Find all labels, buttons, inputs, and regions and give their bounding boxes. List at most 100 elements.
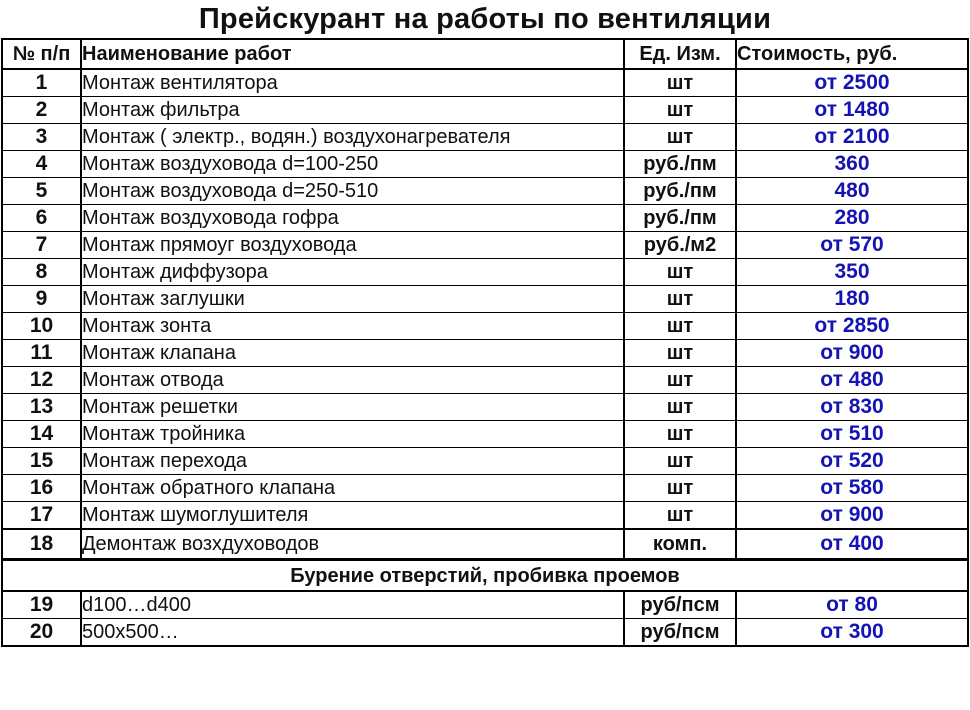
row-price: от 510 <box>735 420 969 448</box>
row-num: 13 <box>1 393 82 421</box>
row-price: от 1480 <box>735 96 969 124</box>
table-row: 8 Монтаж диффузора шт 350 <box>1 258 969 286</box>
row-price: от 80 <box>735 590 969 619</box>
row-price: 180 <box>735 285 969 313</box>
row-unit: шт <box>623 447 737 475</box>
row-name: Монтаж воздуховода d=250-510 <box>80 177 625 205</box>
row-price: 280 <box>735 204 969 232</box>
row-num: 20 <box>1 618 82 647</box>
table-row: 14 Монтаж тройника шт от 510 <box>1 420 969 448</box>
row-name: Монтаж клапана <box>80 339 625 367</box>
row-name: 500x500… <box>80 618 625 647</box>
table-row: 10 Монтаж зонта шт от 2850 <box>1 312 969 340</box>
table-row: 3 Монтаж ( электр., водян.) воздухонагре… <box>1 123 969 151</box>
row-price: от 400 <box>735 528 969 561</box>
table-row: 5 Монтаж воздуховода d=250-510 руб./пм 4… <box>1 177 969 205</box>
row-name: Монтаж ( электр., водян.) воздухонагрева… <box>80 123 625 151</box>
row-price: от 900 <box>735 339 969 367</box>
header-price: Стоимость, руб. <box>735 38 969 70</box>
table-row: 6 Монтаж воздуховода гофра руб./пм 280 <box>1 204 969 232</box>
row-unit: шт <box>623 501 737 530</box>
row-num: 8 <box>1 258 82 286</box>
row-num: 4 <box>1 150 82 178</box>
row-num: 5 <box>1 177 82 205</box>
table-row: 12 Монтаж отвода шт от 480 <box>1 366 969 394</box>
row-num: 6 <box>1 204 82 232</box>
row-unit: шт <box>623 339 737 367</box>
row-name: Монтаж вентилятора <box>80 68 625 97</box>
row-name: Монтаж воздуховода гофра <box>80 204 625 232</box>
row-price: от 2500 <box>735 68 969 97</box>
row-price: 360 <box>735 150 969 178</box>
row-unit: руб/псм <box>623 618 737 647</box>
row-name: Монтаж обратного клапана <box>80 474 625 502</box>
row-price: от 580 <box>735 474 969 502</box>
header-name: Наименование работ <box>80 38 625 70</box>
row-name: Монтаж отвода <box>80 366 625 394</box>
table-row: 11 Монтаж клапана шт от 900 <box>1 339 969 367</box>
row-name: Монтаж диффузора <box>80 258 625 286</box>
row-num: 10 <box>1 312 82 340</box>
row-name: d100…d400 <box>80 590 625 619</box>
row-name: Монтаж заглушки <box>80 285 625 313</box>
row-price: от 900 <box>735 501 969 530</box>
table-row: 20 500x500… руб/псм от 300 <box>1 618 969 647</box>
row-unit: шт <box>623 68 737 97</box>
table-row: 7 Монтаж прямоуг воздуховода руб./м2 от … <box>1 231 969 259</box>
row-unit: шт <box>623 474 737 502</box>
row-name: Монтаж прямоуг воздуховода <box>80 231 625 259</box>
row-unit: шт <box>623 96 737 124</box>
row-price: 350 <box>735 258 969 286</box>
row-price: от 570 <box>735 231 969 259</box>
header-unit: Ед. Изм. <box>623 38 737 70</box>
table-row: 2 Монтаж фильтра шт от 1480 <box>1 96 969 124</box>
row-num: 17 <box>1 501 82 530</box>
row-unit: руб./пм <box>623 177 737 205</box>
row-unit: шт <box>623 366 737 394</box>
row-name: Демонтаж возхдуховодов <box>80 528 625 561</box>
row-price: от 300 <box>735 618 969 647</box>
row-name: Монтаж решетки <box>80 393 625 421</box>
table-row: 13 Монтаж решетки шт от 830 <box>1 393 969 421</box>
row-unit: руб./м2 <box>623 231 737 259</box>
row-price: от 520 <box>735 447 969 475</box>
price-table: № п/п Наименование работ Ед. Изм. Стоимо… <box>1 38 969 647</box>
row-unit: руб./пм <box>623 204 737 232</box>
table-row: 1 Монтаж вентилятора шт от 2500 <box>1 68 969 97</box>
row-unit: шт <box>623 420 737 448</box>
table-row: 17 Монтаж шумоглушителя шт от 900 <box>1 501 969 530</box>
row-name: Монтаж зонта <box>80 312 625 340</box>
row-unit: шт <box>623 393 737 421</box>
row-num: 19 <box>1 590 82 619</box>
row-name: Монтаж шумоглушителя <box>80 501 625 530</box>
row-price: от 2100 <box>735 123 969 151</box>
row-unit: шт <box>623 312 737 340</box>
row-unit: комп. <box>623 528 737 561</box>
row-num: 3 <box>1 123 82 151</box>
row-num: 14 <box>1 420 82 448</box>
row-num: 9 <box>1 285 82 313</box>
table-row: 19 d100…d400 руб/псм от 80 <box>1 590 969 619</box>
row-num: 16 <box>1 474 82 502</box>
row-name: Монтаж тройника <box>80 420 625 448</box>
table-row: 16 Монтаж обратного клапана шт от 580 <box>1 474 969 502</box>
row-name: Монтаж воздуховода d=100-250 <box>80 150 625 178</box>
row-price: от 480 <box>735 366 969 394</box>
row-name: Монтаж перехода <box>80 447 625 475</box>
table-row: 9 Монтаж заглушки шт 180 <box>1 285 969 313</box>
row-unit: руб/псм <box>623 590 737 619</box>
row-num: 1 <box>1 68 82 97</box>
header-num: № п/п <box>1 38 82 70</box>
table-row: 18 Демонтаж возхдуховодов комп. от 400 <box>1 528 969 561</box>
row-price: от 830 <box>735 393 969 421</box>
row-num: 2 <box>1 96 82 124</box>
row-price: 480 <box>735 177 969 205</box>
row-num: 12 <box>1 366 82 394</box>
section-title: Бурение отверстий, пробивка проемов <box>1 558 969 592</box>
row-unit: руб./пм <box>623 150 737 178</box>
page-title: Прейскурант на работы по вентиляции <box>198 3 772 35</box>
row-unit: шт <box>623 285 737 313</box>
row-unit: шт <box>623 123 737 151</box>
table-header-row: № п/п Наименование работ Ед. Изм. Стоимо… <box>1 38 969 70</box>
row-price: от 2850 <box>735 312 969 340</box>
